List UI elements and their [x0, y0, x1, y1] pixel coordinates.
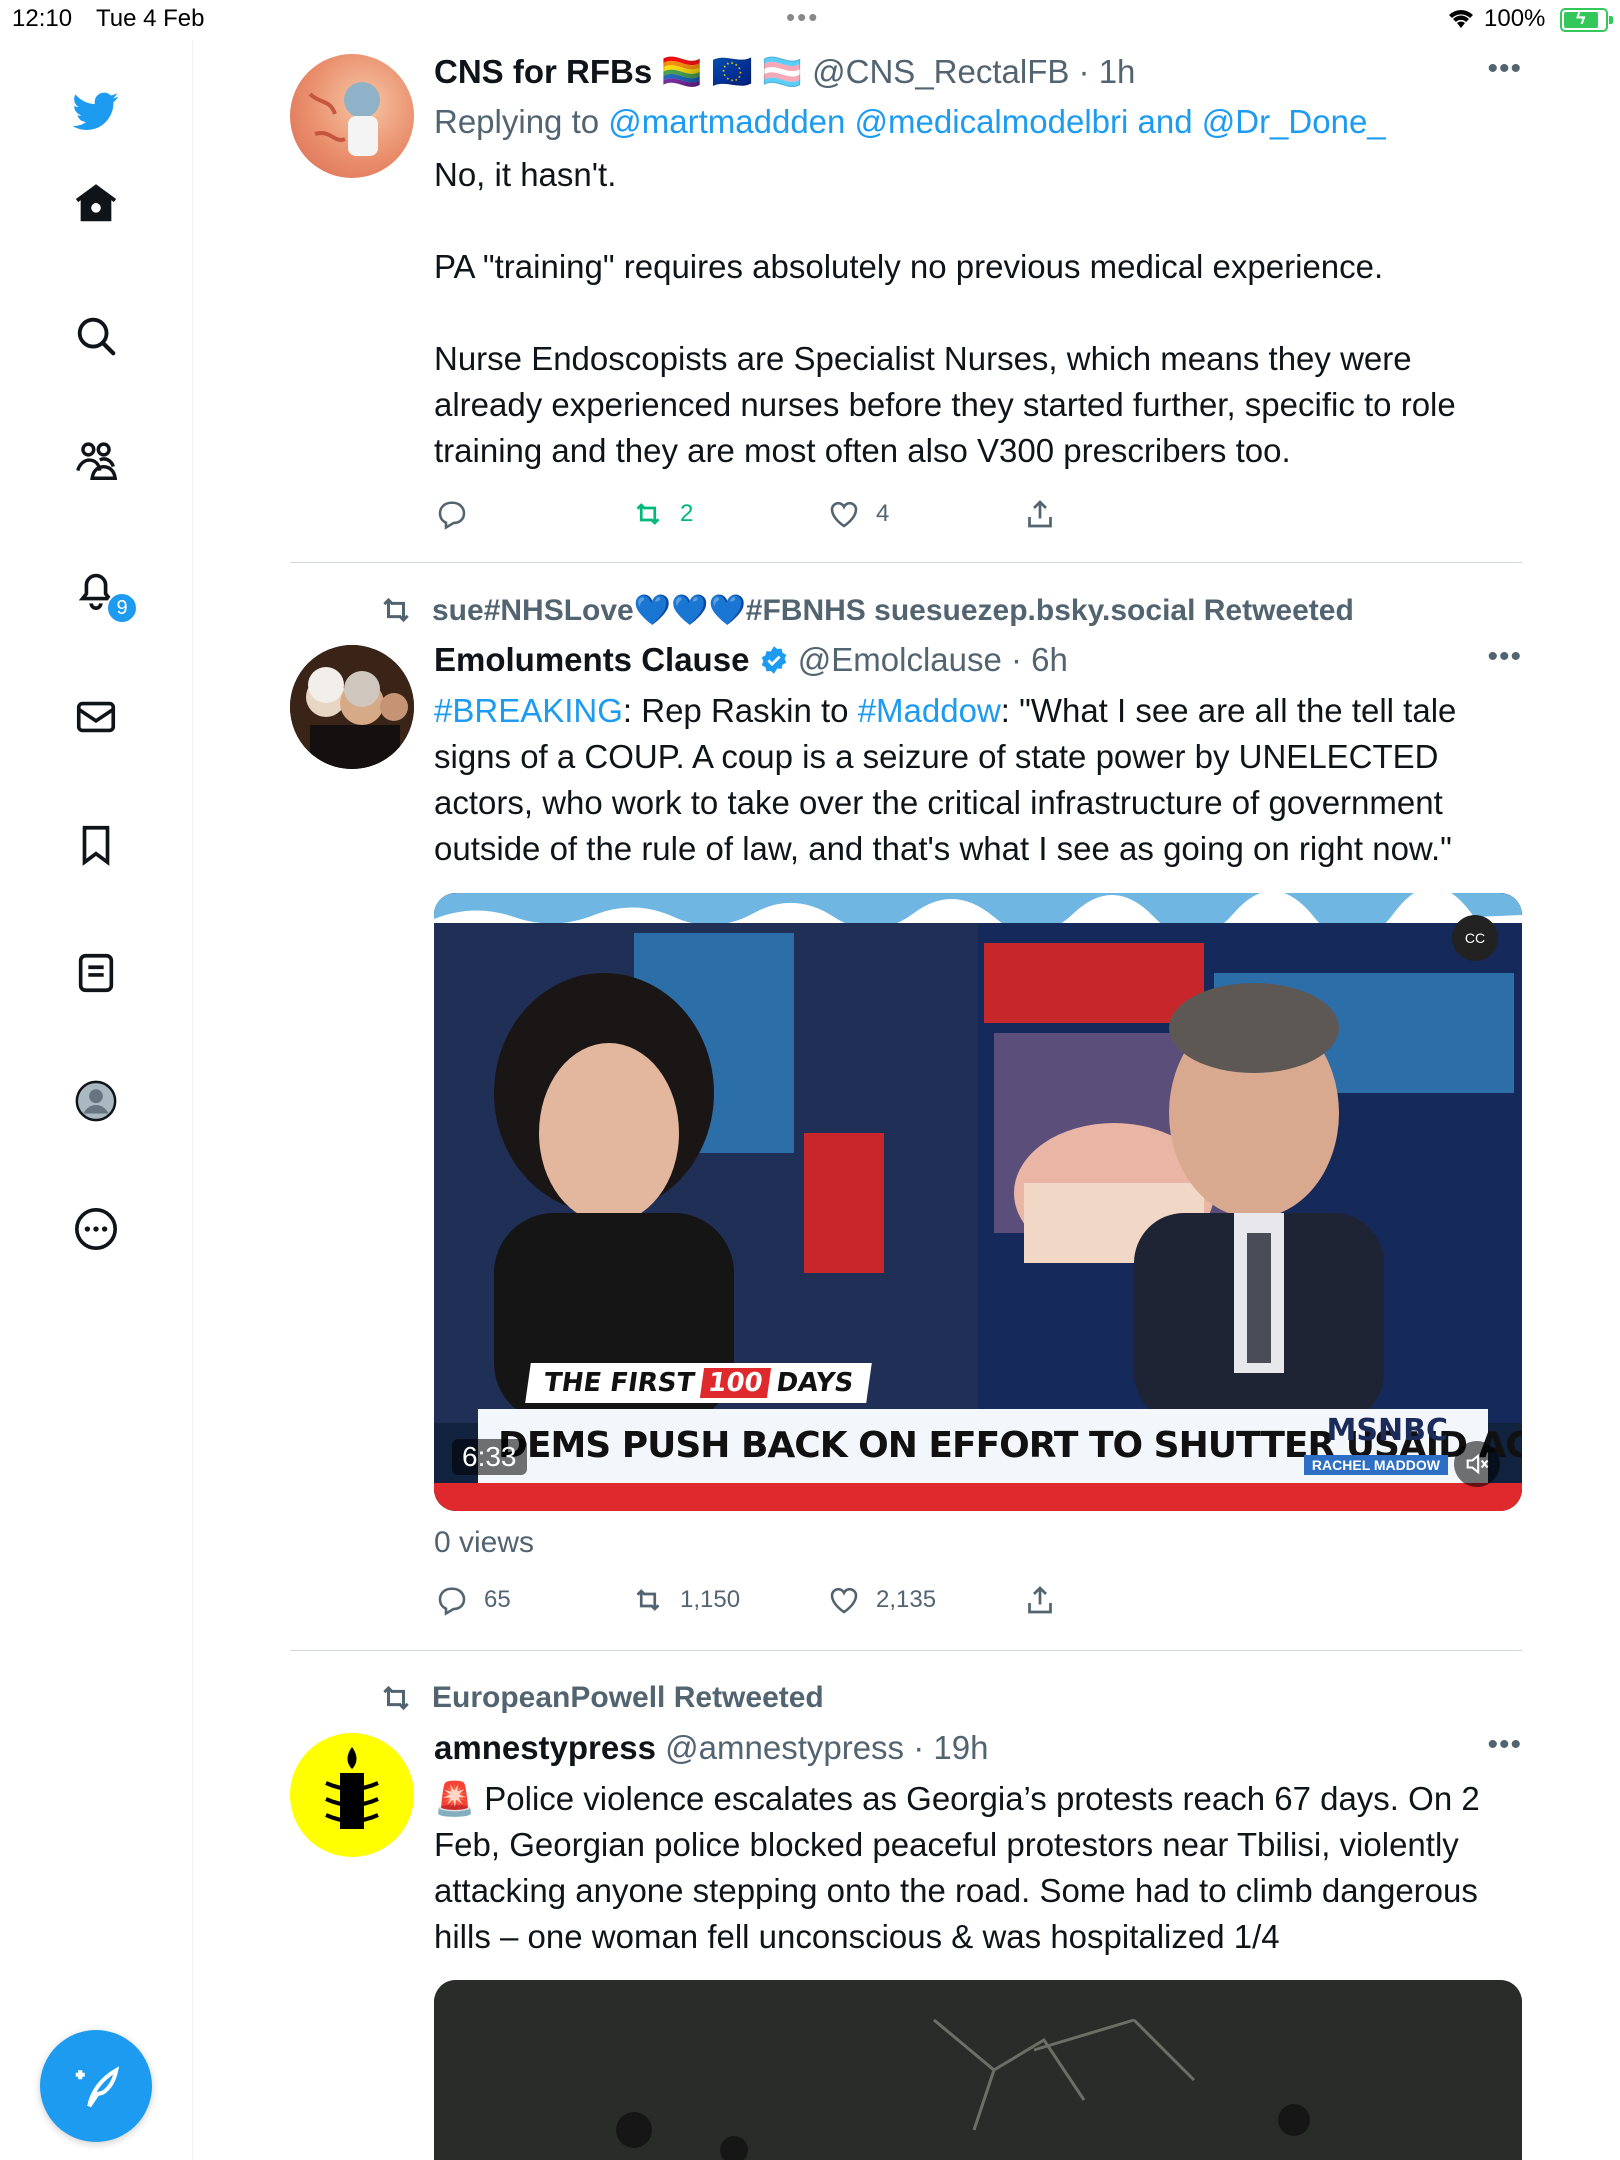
search-icon[interactable]	[71, 311, 121, 361]
replying-to: Replying to @martmaddden @medicalmodelbr…	[434, 102, 1522, 142]
more-options-circle-icon[interactable]	[71, 1204, 121, 1254]
replying-prefix: Replying to	[434, 103, 600, 140]
replying-mentions[interactable]: @martmaddden @medicalmodelbri	[608, 103, 1128, 140]
display-name[interactable]: amnestypress	[434, 1729, 656, 1766]
notifications-badge: 9	[106, 592, 138, 624]
home-icon[interactable]	[71, 179, 121, 229]
status-time: 12:10	[12, 5, 73, 32]
battery-icon: ϟ	[1560, 8, 1613, 32]
retweeted-by-row[interactable]: sue#NHSLove💙💙💙#FBNHS suesuezep.bsky.soci…	[376, 590, 1354, 630]
display-name[interactable]: CNS for RFBs	[434, 53, 652, 90]
hashtag-breaking[interactable]: #BREAKING	[434, 692, 623, 729]
battery-percent: 100%	[1484, 5, 1546, 32]
twitter-logo-icon[interactable]	[71, 86, 121, 136]
like-count: 4	[876, 500, 890, 527]
protest-photo	[434, 1980, 1522, 2160]
share-button[interactable]	[1022, 496, 1058, 532]
tweet-more-icon[interactable]: •••	[1487, 640, 1522, 674]
video-player[interactable]: CC THE FIRST 100 DAYS DEMS PUSH BACK ON EF…	[434, 893, 1522, 1511]
retweeted-by-text: sue#NHSLove💙💙💙#FBNHS suesuezep.bsky.soci…	[432, 593, 1354, 627]
tweet-text: 🚨 Police violence escalates as Georgia’s…	[434, 1780, 1489, 1955]
tweet[interactable]: Emoluments Clause @Emolclause · 6h ••• #…	[290, 640, 1522, 1640]
kicker-text-b: DAYS	[774, 1368, 856, 1398]
tweet-text: No, it hasn't. PA "training" requires ab…	[434, 156, 1456, 469]
tweet-time[interactable]: · 19h	[913, 1729, 988, 1766]
lower-third-kicker: THE FIRST 100 DAYS	[525, 1363, 873, 1403]
retweet-button[interactable]: 1,150	[630, 1582, 740, 1618]
mute-button[interactable]	[1454, 1441, 1500, 1487]
speaker-muted-icon	[1466, 1453, 1489, 1475]
retweet-count: 2	[680, 500, 694, 527]
reply-button[interactable]: 65	[434, 1582, 511, 1618]
view-count: 0 views	[434, 1526, 535, 1559]
tweet-header: CNS for RFBs 🏳️‍🌈 🇪🇺 🏳️‍⚧️ @CNS_RectalFB…	[434, 52, 1522, 92]
compose-tweet-button[interactable]	[40, 2030, 152, 2142]
tweet-header: amnestypress @amnestypress · 19h	[434, 1728, 1522, 1768]
bookmarks-icon[interactable]	[71, 820, 121, 870]
tweet-time[interactable]: · 6h	[1011, 641, 1068, 678]
user-avatar[interactable]	[290, 1733, 414, 1857]
video-duration: 6:33	[452, 1439, 527, 1475]
messages-icon[interactable]	[71, 692, 121, 742]
tweet[interactable]: CNS for RFBs 🏳️‍🌈 🇪🇺 🏳️‍⚧️ @CNS_RectalFB…	[290, 52, 1522, 532]
verified-badge-icon	[761, 646, 786, 674]
user-avatar[interactable]	[290, 54, 414, 178]
status-date: Tue 4 Feb	[96, 5, 205, 32]
user-avatar[interactable]	[290, 645, 414, 769]
replying-and[interactable]: and	[1138, 103, 1193, 140]
show-name: RACHEL MADDOW	[1303, 1455, 1448, 1475]
amnesty-candle-icon	[325, 1747, 379, 1829]
user-handle[interactable]: @amnestypress	[665, 1729, 904, 1766]
like-button[interactable]: 2,135	[826, 1582, 936, 1618]
closed-captions-button[interactable]: CC	[1452, 915, 1498, 961]
like-count: 2,135	[876, 1586, 937, 1613]
tweet-text-part: : Rep Raskin to	[622, 692, 858, 729]
lists-icon[interactable]	[71, 948, 121, 998]
status-bar: 12:10 Tue 4 Feb ••• 100% ϟ	[0, 0, 1620, 40]
reply-button[interactable]	[434, 496, 484, 532]
replying-mention-last[interactable]: @Dr_Done_	[1202, 103, 1386, 140]
tweet-actions: 65 1,150 2,135	[434, 1582, 1522, 1622]
flag-emojis: 🏳️‍🌈 🇪🇺 🏳️‍⚧️	[661, 53, 803, 90]
tweet-text: #BREAKING: Rep Raskin to #Maddow: "What …	[434, 688, 1522, 872]
hashtag-maddow[interactable]: #Maddow	[858, 692, 1001, 729]
tweet[interactable]: amnestypress @amnestypress · 19h ••• 🚨 P…	[290, 1728, 1522, 2160]
share-button[interactable]	[1022, 1582, 1058, 1618]
retweeted-by-text: EuropeanPowell Retweeted	[432, 1681, 824, 1714]
tweet-actions: 2 4	[434, 496, 1522, 536]
tweet-header: Emoluments Clause @Emolclause · 6h	[434, 640, 1522, 680]
user-handle[interactable]: @CNS_RectalFB	[812, 53, 1069, 90]
communities-icon[interactable]	[71, 436, 121, 486]
retweet-icon	[383, 597, 409, 623]
retweet-count: 1,150	[680, 1586, 741, 1613]
kicker-number: 100	[700, 1368, 771, 1398]
like-button[interactable]: 4	[826, 496, 889, 532]
tweet-more-icon[interactable]: •••	[1487, 52, 1522, 86]
profile-avatar-icon[interactable]	[71, 1076, 121, 1126]
retweet-icon	[383, 1685, 409, 1711]
multitasking-dots-icon[interactable]: •••	[786, 2, 819, 33]
tweet-divider	[290, 1650, 1522, 1651]
wifi-icon	[1449, 10, 1473, 29]
display-name[interactable]: Emoluments Clause	[434, 641, 749, 678]
video-bottom-bar	[434, 1483, 1522, 1511]
sidebar: 9	[0, 40, 193, 2160]
reply-count: 65	[484, 1586, 511, 1613]
tweet-more-icon[interactable]: •••	[1487, 1728, 1522, 1762]
kicker-text: THE FIRST	[541, 1368, 697, 1398]
user-handle[interactable]: @Emolclause	[798, 641, 1002, 678]
tweet-divider	[290, 562, 1522, 563]
tweet-media-image[interactable]	[434, 1980, 1522, 2160]
tweet-time[interactable]: · 1h	[1079, 53, 1136, 90]
retweet-button[interactable]: 2	[630, 496, 693, 532]
retweeted-by-row[interactable]: EuropeanPowell Retweeted	[376, 1678, 824, 1718]
msnbc-logo: MSNBC	[1326, 1413, 1448, 1448]
